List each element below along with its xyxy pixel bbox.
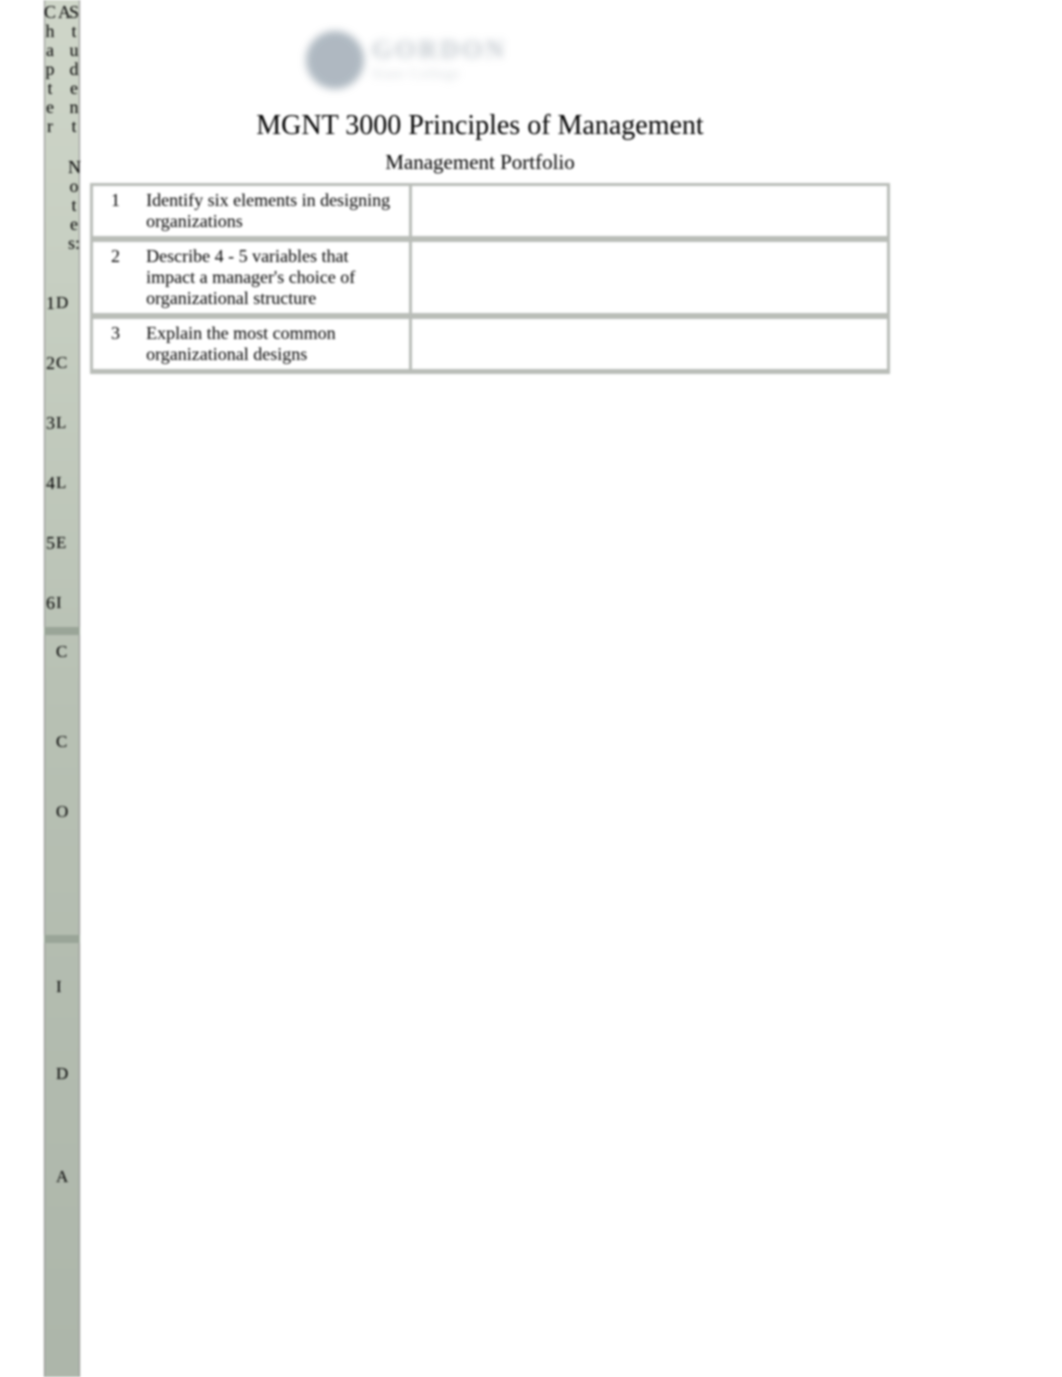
row-letter-5: E — [56, 533, 68, 593]
row-letter-2: C — [56, 353, 68, 413]
obj-num-1: 1 — [90, 183, 138, 239]
obj-text-2: Describe 4 - 5 variables that impact a m… — [138, 239, 409, 316]
lower-letter-6: A — [56, 1167, 68, 1227]
row-num-5: 5 — [46, 533, 55, 593]
obj-text-3: Explain the most common organizational d… — [138, 316, 409, 374]
obj-notes-3 — [409, 316, 890, 374]
lower-letter-5: D — [56, 1064, 68, 1167]
course-title: MGNT 3000 Principles of Management — [90, 110, 870, 142]
row-num-6: 6 — [46, 593, 55, 653]
left-letters: D C L L E I — [56, 293, 68, 653]
document-page: Chapter A Student Notes: 1 2 3 4 5 6 D C… — [0, 0, 1062, 1377]
logo-main-text: GORDON — [372, 35, 507, 65]
rail-divider-2 — [44, 935, 80, 943]
row-num-2: 2 — [46, 353, 55, 413]
label-chapter: Chapter — [44, 3, 56, 136]
lower-letter-2: C — [56, 732, 68, 802]
lower-letter-1: C — [56, 642, 68, 732]
objectives-table: 1 Identify six elements in designing org… — [90, 183, 890, 374]
table-row: 3 Explain the most common organizational… — [90, 316, 890, 374]
logo-circle-icon — [306, 31, 364, 89]
obj-notes-1 — [409, 183, 890, 239]
rail-divider-1 — [44, 627, 80, 635]
table-row: 1 Identify six elements in designing org… — [90, 183, 890, 239]
logo: GORDON State College — [300, 25, 560, 100]
obj-notes-2 — [409, 239, 890, 316]
row-letter-3: L — [56, 413, 68, 473]
row-letter-1: D — [56, 293, 68, 353]
label-notes: Notes: — [68, 158, 80, 253]
subtitle: Management Portfolio — [90, 150, 870, 175]
obj-num-2: 2 — [90, 239, 138, 316]
lower-letter-3: O — [56, 802, 68, 977]
row-letter-4: L — [56, 473, 68, 533]
row-num-4: 4 — [46, 473, 55, 533]
obj-text-1: Identify six elements in designing organ… — [138, 183, 409, 239]
lower-letter-4: I — [56, 977, 68, 1064]
logo-sub-text: State College — [372, 67, 460, 83]
row-num-3: 3 — [46, 413, 55, 473]
row-num-1: 1 — [46, 293, 55, 353]
table-row: 2 Describe 4 - 5 variables that impact a… — [90, 239, 890, 316]
obj-num-3: 3 — [90, 316, 138, 374]
left-numbers: 1 2 3 4 5 6 — [46, 293, 55, 653]
label-student: Student — [68, 3, 80, 136]
